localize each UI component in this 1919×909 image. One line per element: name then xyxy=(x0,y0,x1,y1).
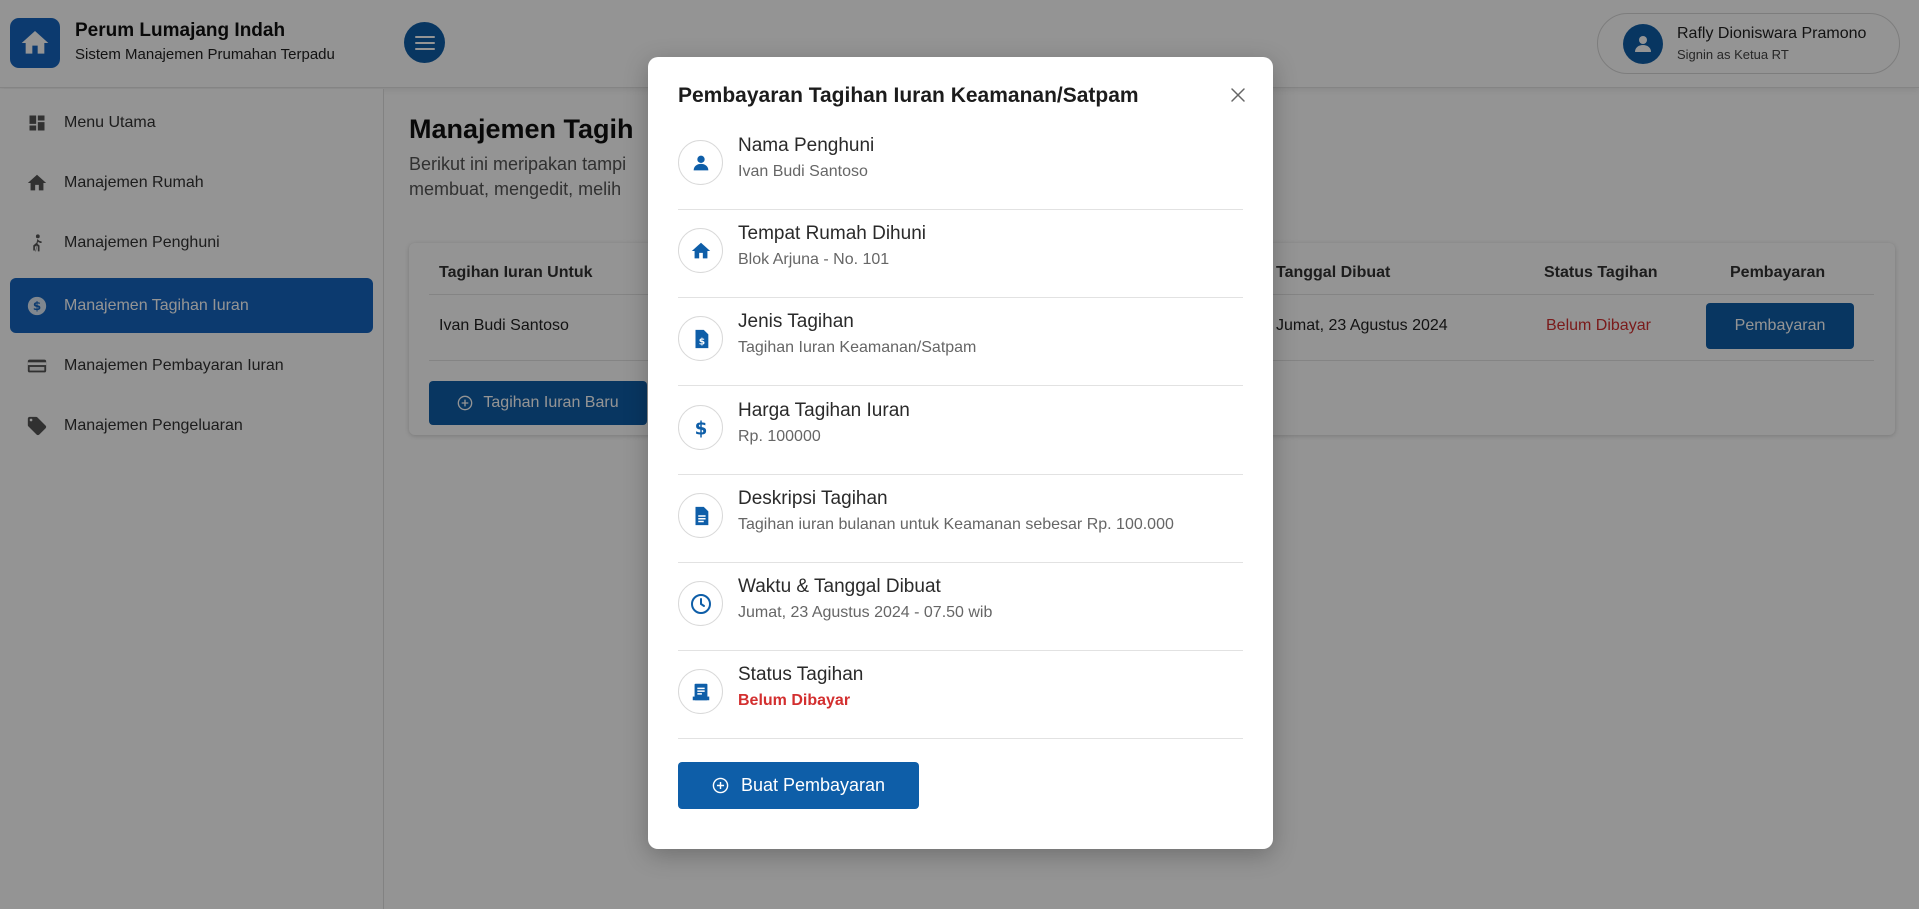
field-value: Ivan Budi Santoso xyxy=(738,163,868,180)
field-value: Blok Arjuna - No. 101 xyxy=(738,251,890,268)
dollar-icon: $ xyxy=(678,405,723,450)
close-button[interactable] xyxy=(1223,80,1253,110)
buat-pembayaran-button[interactable]: Buat Pembayaran xyxy=(678,762,919,809)
field-jenis-tagihan: $ Jenis Tagihan Tagihan Iuran Keamanan/S… xyxy=(678,298,1243,386)
field-waktu-tanggal: Waktu & Tanggal Dibuat Jumat, 23 Agustus… xyxy=(678,563,1243,651)
payment-modal: Pembayaran Tagihan Iuran Keamanan/Satpam… xyxy=(648,57,1273,849)
field-deskripsi-tagihan: Deskripsi Tagihan Tagihan iuran bulanan … xyxy=(678,475,1243,563)
receipt-icon xyxy=(678,669,723,714)
field-tempat-rumah: Tempat Rumah Dihuni Blok Arjuna - No. 10… xyxy=(678,210,1243,298)
field-harga-tagihan: $ Harga Tagihan Iuran Rp. 100000 xyxy=(678,387,1243,475)
field-value: Tagihan Iuran Keamanan/Satpam xyxy=(738,339,977,356)
field-label: Status Tagihan xyxy=(738,664,864,685)
person-icon xyxy=(678,140,723,185)
document-icon xyxy=(678,493,723,538)
field-label: Waktu & Tanggal Dibuat xyxy=(738,576,941,597)
field-value: Jumat, 23 Agustus 2024 - 07.50 wib xyxy=(738,604,993,621)
close-icon xyxy=(1231,88,1245,102)
field-nama-penghuni: Nama Penghuni Ivan Budi Santoso xyxy=(678,122,1243,210)
field-status-tagihan: Status Tagihan Belum Dibayar xyxy=(678,651,1243,739)
field-label: Harga Tagihan Iuran xyxy=(738,400,910,421)
field-label: Tempat Rumah Dihuni xyxy=(738,223,926,244)
field-label: Nama Penghuni xyxy=(738,135,875,156)
field-label: Deskripsi Tagihan xyxy=(738,488,888,509)
buat-pembayaran-label: Buat Pembayaran xyxy=(740,775,886,795)
svg-text:$: $ xyxy=(694,418,707,439)
plus-circle-icon xyxy=(712,777,729,794)
clock-icon xyxy=(678,581,723,626)
field-value: Tagihan iuran bulanan untuk Keamanan seb… xyxy=(738,516,1174,533)
field-value: Rp. 100000 xyxy=(738,428,821,445)
field-label: Jenis Tagihan xyxy=(738,311,854,332)
status-badge: Belum Dibayar xyxy=(738,692,851,709)
invoice-icon: $ xyxy=(678,316,723,361)
home-icon xyxy=(678,228,723,273)
modal-title: Pembayaran Tagihan Iuran Keamanan/Satpam xyxy=(678,84,1139,107)
svg-text:$: $ xyxy=(698,336,704,347)
